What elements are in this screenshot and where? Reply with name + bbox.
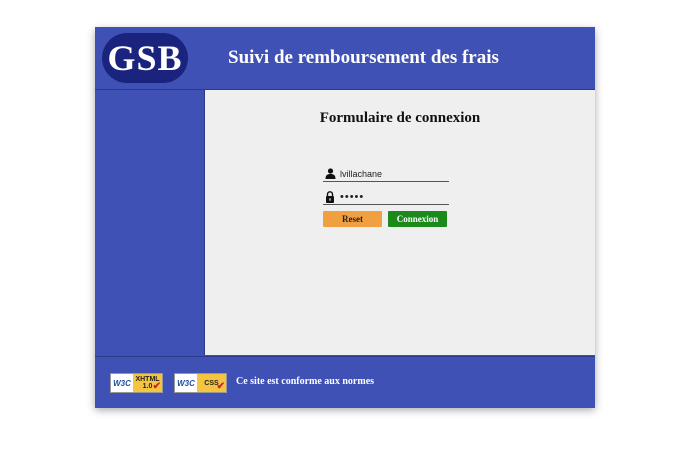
login-field[interactable]: lvillachane [323, 166, 449, 182]
app-window: GSB Suivi de remboursement des frais For… [95, 27, 595, 408]
footer: W3C XHTML 1.0 ✔ W3C CSS ✔ Ce site est co… [95, 356, 595, 408]
password-field[interactable]: ••••• [323, 189, 449, 205]
checkmark-icon: ✔ [216, 381, 225, 392]
connexion-button[interactable]: Connexion [388, 211, 447, 227]
w3c-xhtml-badge[interactable]: W3C XHTML 1.0 ✔ [110, 373, 163, 393]
checkmark-icon: ✔ [152, 381, 161, 392]
main-content: Formulaire de connexion lvillachane ••••… [205, 90, 595, 355]
header: GSB Suivi de remboursement des frais [95, 27, 595, 90]
login-value: lvillachane [340, 168, 383, 179]
sidebar [95, 90, 205, 355]
lock-icon [323, 190, 337, 204]
password-value: ••••• [340, 190, 365, 203]
footer-note: Ce site est conforme aux normes [236, 376, 375, 387]
gsb-logo: GSB [102, 33, 188, 83]
form-title: Formulaire de connexion [319, 110, 481, 126]
w3c-logo: W3C [111, 374, 133, 392]
w3c-css-badge[interactable]: W3C CSS ✔ [174, 373, 227, 393]
user-icon [323, 167, 337, 181]
app-title: Suivi de remboursement des frais [228, 47, 499, 68]
reset-button[interactable]: Reset [323, 211, 382, 227]
xhtml-version: 1.0 [142, 383, 153, 390]
w3c-logo: W3C [175, 374, 197, 392]
